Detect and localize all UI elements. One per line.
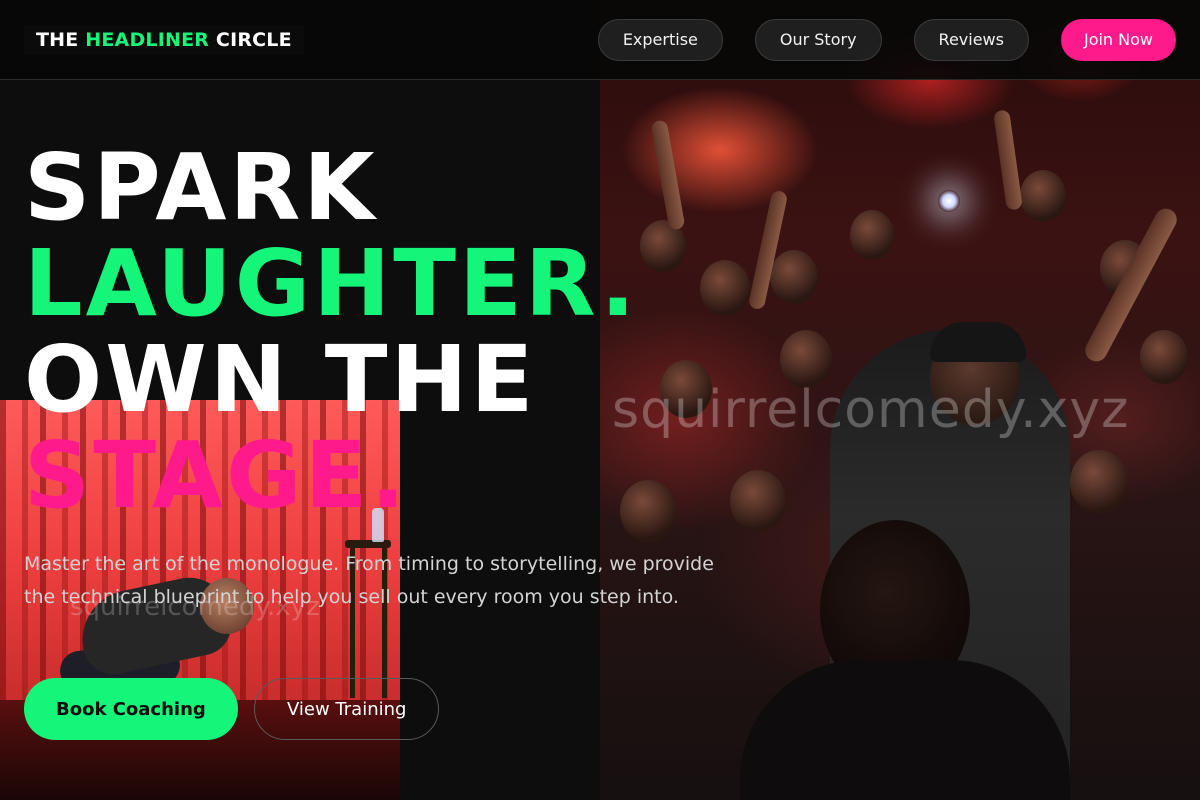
logo-prefix: THE	[36, 28, 86, 51]
main-nav: Expertise Our Story Reviews Join Now	[597, 18, 1176, 61]
nav-reviews-link[interactable]: Reviews	[913, 18, 1029, 61]
site-header: THE HEADLINER CIRCLE Expertise Our Story…	[0, 0, 1200, 80]
headline-line-laughter: LAUGHTER.	[24, 230, 639, 337]
book-coaching-button[interactable]: Book Coaching	[24, 678, 238, 740]
headline-line-spark: SPARK	[24, 134, 378, 241]
site-logo[interactable]: THE HEADLINER CIRCLE	[24, 24, 304, 55]
headline-line-own-the: OWN THE	[24, 326, 537, 433]
concert-crowd-photo	[600, 0, 1200, 800]
hero-subtitle: Master the art of the monologue. From ti…	[24, 553, 714, 608]
nav-expertise-link[interactable]: Expertise	[597, 18, 723, 61]
view-training-button[interactable]: View Training	[254, 678, 440, 740]
join-now-button[interactable]: Join Now	[1060, 18, 1176, 61]
headline-line-stage: STAGE.	[24, 422, 409, 529]
hero-headline: SPARK LAUGHTER. OWN THE STAGE.	[24, 140, 638, 524]
logo-accent: HEADLINER	[85, 28, 210, 51]
nav-our-story-link[interactable]: Our Story	[754, 18, 882, 61]
logo-suffix: CIRCLE	[209, 28, 292, 51]
